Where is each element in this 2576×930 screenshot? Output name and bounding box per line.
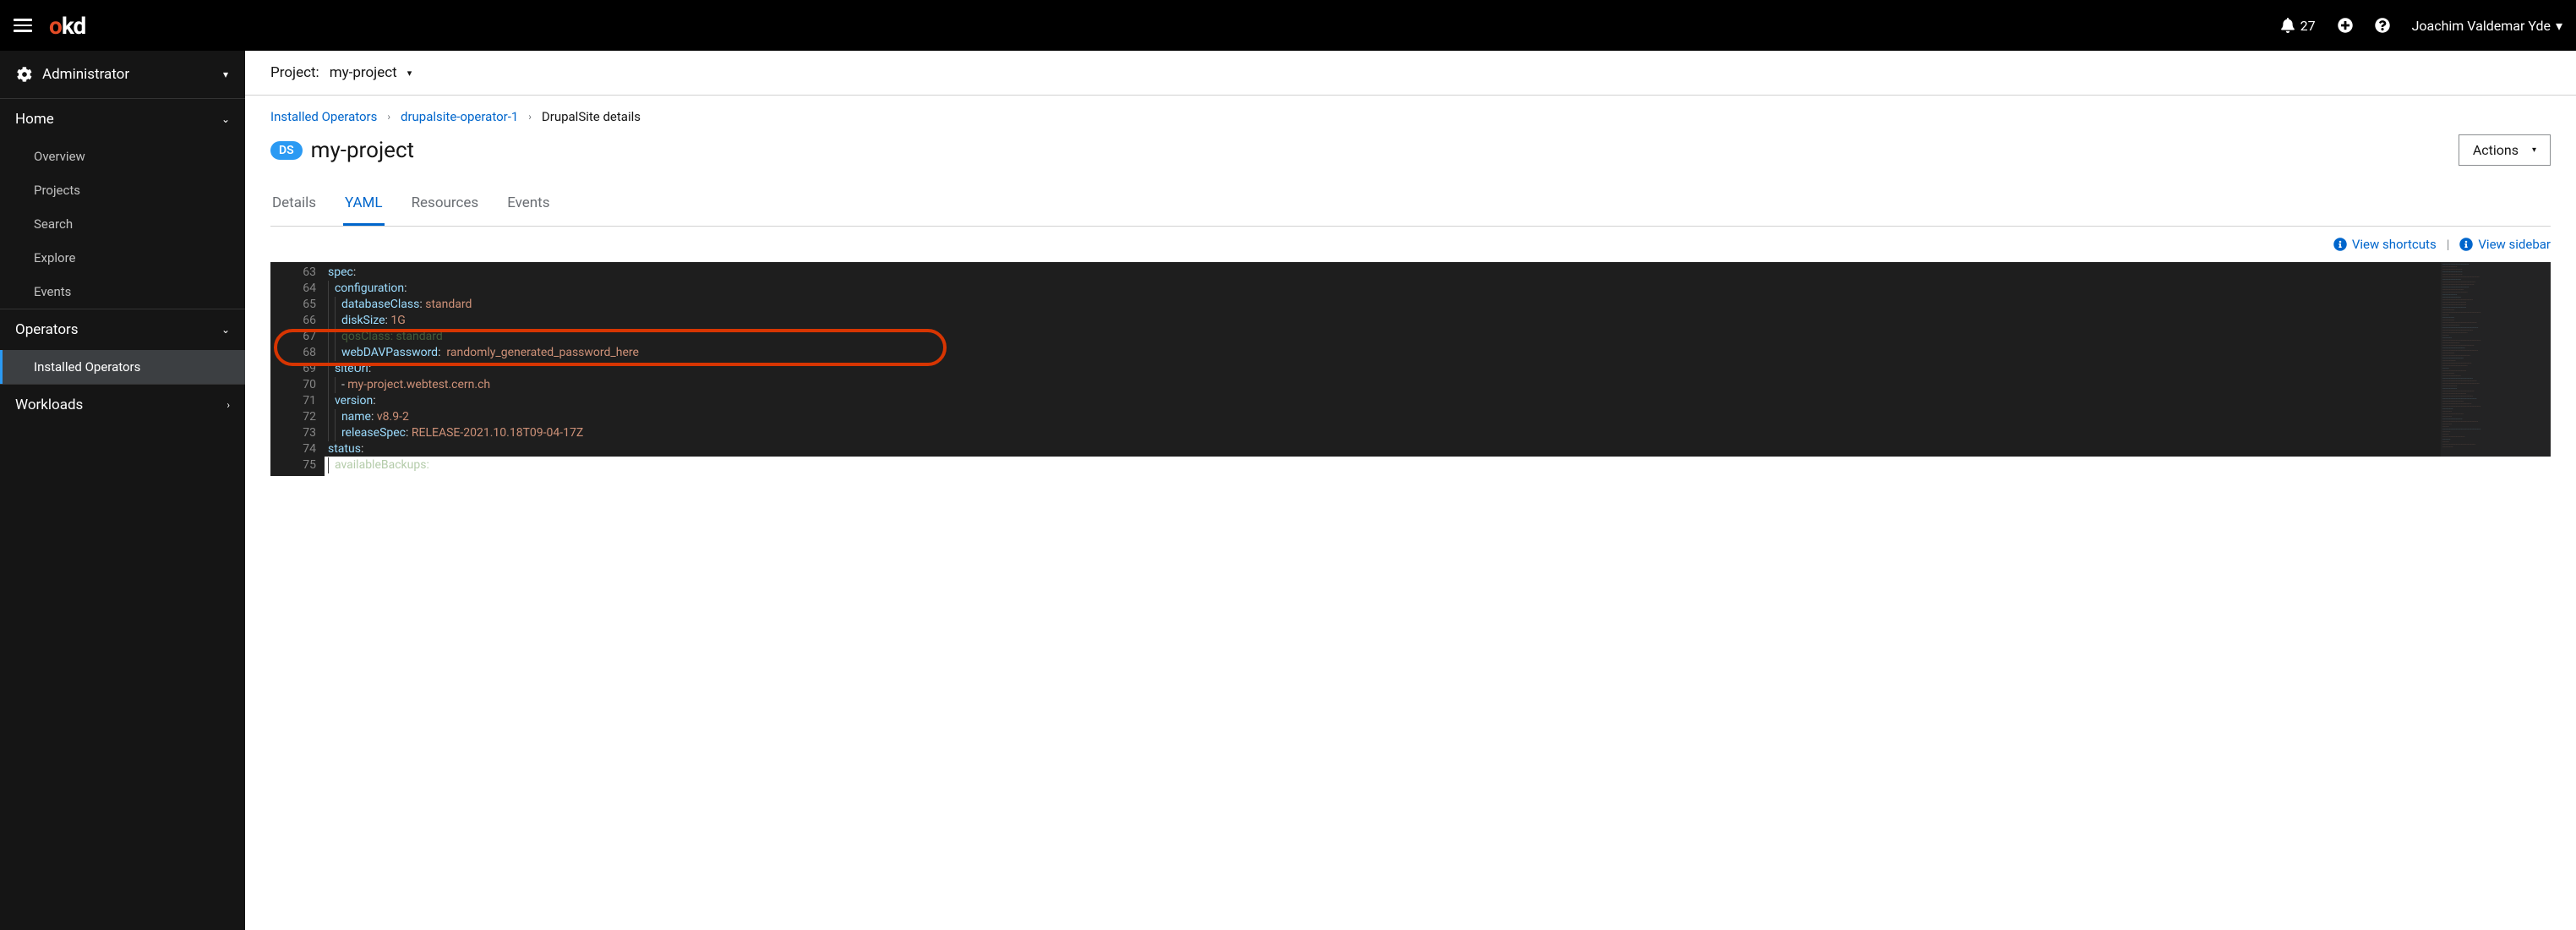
nav-operators-header[interactable]: Operators ⌄: [0, 309, 245, 350]
user-menu[interactable]: Joachim Valdemar Yde ▾: [2412, 18, 2562, 34]
view-sidebar-link[interactable]: View sidebar: [2459, 237, 2551, 252]
divider: |: [2447, 237, 2450, 252]
chevron-right-icon: ›: [226, 399, 230, 411]
code-line[interactable]: releaseSpec: RELEASE-2021.10.18T09-04-17…: [325, 425, 2551, 441]
resource-badge: DS: [270, 141, 303, 160]
line-gutter: 63646566676869707172737475: [270, 262, 325, 476]
actions-dropdown[interactable]: Actions ▾: [2459, 134, 2551, 166]
code-line[interactable]: - my-project.webtest.cern.ch: [325, 377, 2551, 393]
sidebar-item-projects[interactable]: Projects: [0, 173, 245, 207]
plus-circle-icon: [2338, 18, 2353, 33]
bell-icon: [2280, 18, 2295, 33]
shortcuts-label: View shortcuts: [2352, 237, 2437, 252]
info-circle-icon: [2333, 238, 2347, 251]
tab-events[interactable]: Events: [505, 186, 551, 226]
code-line[interactable]: siteUrl:: [325, 361, 2551, 377]
sidebar-item-explore[interactable]: Explore: [0, 241, 245, 275]
project-name: my-project: [330, 64, 397, 81]
editor-toolbar: View shortcuts | View sidebar: [270, 227, 2551, 262]
sidebar-label: View sidebar: [2478, 237, 2551, 252]
caret-down-icon: ▾: [2556, 18, 2562, 34]
actions-label: Actions: [2473, 142, 2519, 158]
tabs: Details YAML Resources Events: [270, 186, 2551, 227]
breadcrumb-operator[interactable]: drupalsite-operator-1: [401, 109, 518, 124]
logo-o: o: [49, 12, 62, 40]
chevron-right-icon: ›: [387, 111, 390, 123]
caret-down-icon: ▾: [407, 68, 412, 79]
code-line[interactable]: qosClass: standard: [325, 329, 2551, 345]
username: Joachim Valdemar Yde: [2412, 18, 2551, 34]
view-shortcuts-link[interactable]: View shortcuts: [2333, 237, 2437, 252]
notifications-button[interactable]: 27: [2280, 18, 2316, 34]
sidebar-item-installed-operators[interactable]: Installed Operators: [0, 350, 245, 384]
page-title: my-project: [311, 138, 414, 163]
menu-toggle[interactable]: [14, 19, 32, 32]
masthead: okd 27 Joachim Valdemar Yde ▾: [0, 0, 2576, 51]
code-line[interactable]: spec:: [325, 265, 2551, 281]
breadcrumb: Installed Operators › drupalsite-operato…: [270, 109, 2551, 124]
minimap[interactable]: ————————————————————————————————————————…: [2441, 262, 2551, 457]
chevron-down-icon: ⌄: [221, 324, 230, 336]
caret-down-icon: ▾: [2532, 145, 2536, 155]
import-button[interactable]: [2338, 18, 2353, 33]
code-line[interactable]: version:: [325, 393, 2551, 409]
nav-workloads-header[interactable]: Workloads ›: [0, 385, 245, 425]
breadcrumb-current: DrupalSite details: [542, 109, 641, 124]
tab-details[interactable]: Details: [270, 186, 318, 226]
code-area[interactable]: spec: configuration: databaseClass: stan…: [270, 262, 2551, 476]
question-circle-icon: [2375, 18, 2390, 33]
help-button[interactable]: [2375, 18, 2390, 33]
nav-home-header[interactable]: Home ⌄: [0, 99, 245, 140]
main-content: Project: my-project ▾ Installed Operator…: [245, 51, 2576, 930]
code-line[interactable]: webDAVPassword: randomly_generated_passw…: [325, 345, 2551, 361]
chevron-right-icon: ›: [528, 111, 532, 123]
tab-yaml[interactable]: YAML: [343, 186, 385, 226]
caret-down-icon: ▾: [223, 68, 228, 80]
project-selector[interactable]: Project: my-project ▾: [245, 51, 2576, 96]
yaml-editor[interactable]: 63646566676869707172737475 spec: configu…: [270, 262, 2551, 457]
sidebar: Administrator ▾ Home ⌄ OverviewProjectsSe…: [0, 51, 245, 930]
logo[interactable]: okd: [49, 12, 85, 40]
code-line[interactable]: name: v8.9-2: [325, 409, 2551, 425]
code-line[interactable]: configuration:: [325, 281, 2551, 297]
sidebar-item-events[interactable]: Events: [0, 275, 245, 309]
perspective-label: Administrator: [42, 66, 129, 83]
nav-workloads-label: Workloads: [15, 397, 83, 413]
cogs-icon: [17, 67, 32, 82]
nav-home-label: Home: [15, 111, 54, 128]
sidebar-item-search[interactable]: Search: [0, 207, 245, 241]
tab-resources[interactable]: Resources: [410, 186, 481, 226]
project-prefix: Project:: [270, 64, 319, 81]
code-line[interactable]: availableBackups:: [325, 457, 2551, 473]
info-circle-icon: [2459, 238, 2473, 251]
breadcrumb-installed-operators[interactable]: Installed Operators: [270, 109, 377, 124]
chevron-down-icon: ⌄: [221, 113, 230, 125]
notification-count: 27: [2300, 18, 2316, 34]
code-line[interactable]: diskSize: 1G: [325, 313, 2551, 329]
sidebar-item-overview[interactable]: Overview: [0, 140, 245, 173]
nav-operators-label: Operators: [15, 321, 79, 338]
perspective-switcher[interactable]: Administrator ▾: [0, 51, 245, 98]
logo-rest: kd: [62, 12, 85, 40]
code-line[interactable]: status:: [325, 441, 2551, 457]
code-line[interactable]: databaseClass: standard: [325, 297, 2551, 313]
